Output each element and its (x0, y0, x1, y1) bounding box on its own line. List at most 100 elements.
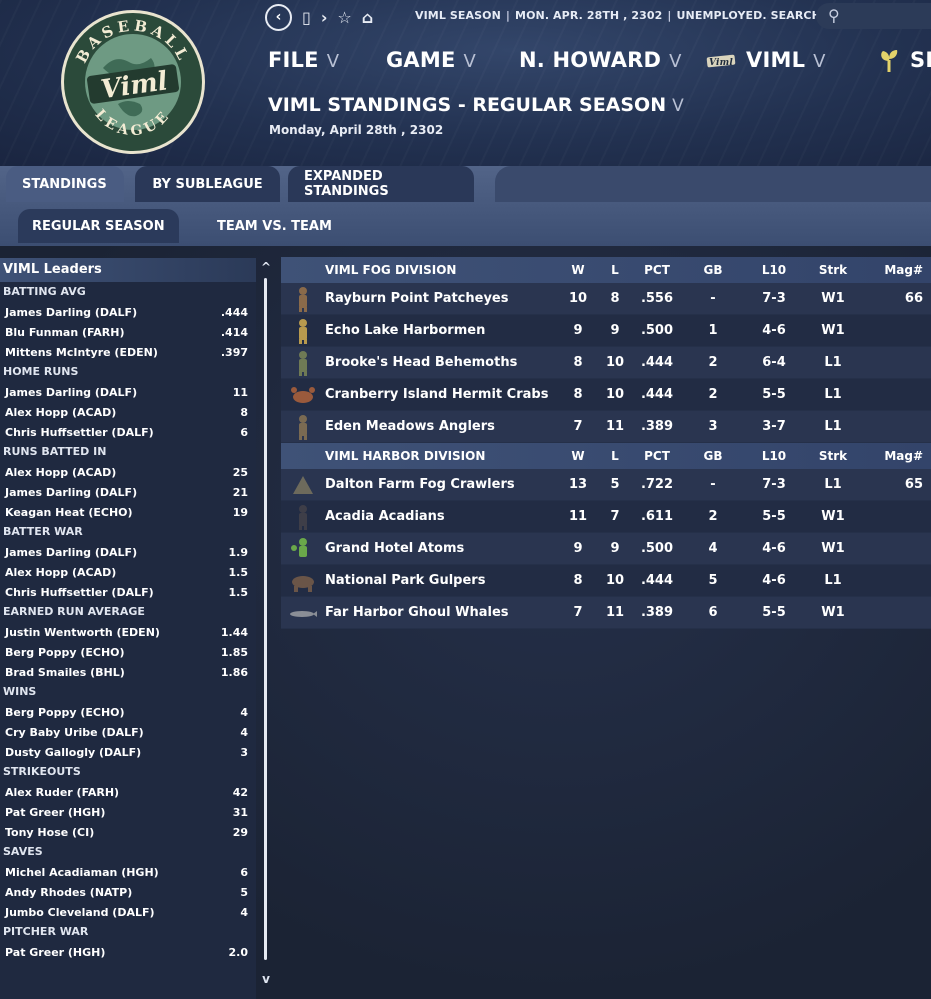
leader-player[interactable]: Chris Huffsettler (DALF) (5, 586, 154, 599)
team-logo[interactable] (281, 350, 325, 376)
leader-row[interactable]: Pat Greer (HGH) 2.0 (0, 942, 256, 962)
menu-file[interactable]: FILE V (268, 48, 339, 72)
team-logo[interactable] (281, 568, 325, 594)
leader-player[interactable]: Berg Poppy (ECHO) (5, 646, 125, 659)
subtab-regular-season[interactable]: REGULAR SEASON (18, 209, 179, 243)
leader-row[interactable]: Brad Smailes (BHL) 1.86 (0, 662, 256, 682)
team-name[interactable]: Far Harbor Ghoul Whales (325, 605, 553, 620)
leader-player[interactable]: Dusty Gallogly (DALF) (5, 746, 141, 759)
leader-player[interactable]: Jumbo Cleveland (DALF) (5, 906, 155, 919)
team-name[interactable]: Brooke's Head Behemoths (325, 355, 553, 370)
leader-row[interactable]: Cry Baby Uribe (DALF) 4 (0, 722, 256, 742)
viml-league-logo[interactable]: BASEBALL LEAGUE Viml (58, 8, 208, 156)
leader-player[interactable]: James Darling (DALF) (5, 386, 137, 399)
home-icon[interactable]: ⌂ (362, 8, 373, 27)
team-logo[interactable] (281, 600, 325, 626)
team-logo[interactable] (281, 536, 325, 562)
column-header-mag[interactable]: Mag# (857, 449, 931, 463)
team-logo[interactable] (281, 414, 325, 440)
column-header-l10[interactable]: L10 (739, 449, 809, 463)
menu-game[interactable]: GAME V (386, 48, 476, 72)
team-logo[interactable] (281, 286, 325, 312)
team-name[interactable]: Rayburn Point Patcheyes (325, 291, 553, 306)
team-name[interactable]: Dalton Farm Fog Crawlers (325, 477, 553, 492)
leader-player[interactable]: Pat Greer (HGH) (5, 946, 105, 959)
leader-player[interactable]: Alex Hopp (ACAD) (5, 406, 116, 419)
team-row[interactable]: Grand Hotel Atoms 9 9 .500 4 4-6 W1 (281, 533, 931, 565)
team-logo[interactable] (281, 504, 325, 530)
leader-row[interactable]: Berg Poppy (ECHO) 4 (0, 702, 256, 722)
team-row[interactable]: Cranberry Island Hermit Crabs 8 10 .444 2 5-5… (281, 379, 931, 411)
column-header-gb[interactable]: GB (687, 449, 739, 463)
leader-row[interactable]: Tony Hose (CI) 29 (0, 822, 256, 842)
leader-row[interactable]: Michel Acadiaman (HGH) 6 (0, 862, 256, 882)
leader-row[interactable]: Justin Wentworth (EDEN) 1.44 (0, 622, 256, 642)
leader-row[interactable]: James Darling (DALF) 1.9 (0, 542, 256, 562)
leader-row[interactable]: Chris Huffsettler (DALF) 1.5 (0, 582, 256, 602)
column-header-pct[interactable]: PCT (627, 263, 687, 277)
leader-player[interactable]: Tony Hose (CI) (5, 826, 94, 839)
team-row[interactable]: Acadia Acadians 11 7 .611 2 5-5 W1 (281, 501, 931, 533)
leader-player[interactable]: Michel Acadiaman (HGH) (5, 866, 159, 879)
leader-player[interactable]: James Darling (DALF) (5, 306, 137, 319)
leader-player[interactable]: Brad Smailes (BHL) (5, 666, 125, 679)
leader-player[interactable]: James Darling (DALF) (5, 486, 137, 499)
tab-by-subleague[interactable]: BY SUBLEAGUE (135, 166, 280, 202)
leader-row[interactable]: Mittens McIntyre (EDEN) .397 (0, 342, 256, 362)
leader-row[interactable]: Jumbo Cleveland (DALF) 4 (0, 902, 256, 922)
leader-player[interactable]: Cry Baby Uribe (DALF) (5, 726, 144, 739)
column-header-strk[interactable]: Strk (809, 263, 857, 277)
leader-row[interactable]: Keagan Heat (ECHO) 19 (0, 502, 256, 522)
team-row[interactable]: Brooke's Head Behemoths 8 10 .444 2 6-4 L1 (281, 347, 931, 379)
leader-player[interactable]: Blu Funman (FARH) (5, 326, 125, 339)
leader-row[interactable]: James Darling (DALF) 11 (0, 382, 256, 402)
menu-more[interactable]: SI (878, 48, 931, 73)
leader-row[interactable]: James Darling (DALF) .444 (0, 302, 256, 322)
column-header-gb[interactable]: GB (687, 263, 739, 277)
leader-player[interactable]: James Darling (DALF) (5, 546, 137, 559)
leader-row[interactable]: Andy Rhodes (NATP) 5 (0, 882, 256, 902)
column-header-l10[interactable]: L10 (739, 263, 809, 277)
team-row[interactable]: Dalton Farm Fog Crawlers 13 5 .722 - 7-3 L1 65 (281, 469, 931, 501)
scroll-track[interactable] (264, 278, 267, 960)
leader-player[interactable]: Keagan Heat (ECHO) (5, 506, 133, 519)
team-name[interactable]: Acadia Acadians (325, 509, 553, 524)
menu-manager[interactable]: N. HOWARD V (519, 48, 682, 72)
page-icon[interactable]: ▯ (302, 8, 311, 27)
leader-row[interactable]: Chris Huffsettler (DALF) 6 (0, 422, 256, 442)
leader-player[interactable]: Alex Hopp (ACAD) (5, 466, 116, 479)
team-row[interactable]: Rayburn Point Patcheyes 10 8 .556 - 7-3 W1 66 (281, 283, 931, 315)
back-button[interactable]: ‹ (265, 3, 292, 31)
search-button[interactable]: ⚲ (816, 3, 931, 29)
season-label[interactable]: VIML SEASON (415, 9, 501, 22)
leader-player[interactable]: Andy Rhodes (NATP) (5, 886, 132, 899)
page-title[interactable]: VIML STANDINGS - REGULAR SEASON V (268, 94, 684, 116)
team-row[interactable]: National Park Gulpers 8 10 .444 5 4-6 L1 (281, 565, 931, 597)
team-logo[interactable] (281, 472, 325, 498)
team-name[interactable]: Cranberry Island Hermit Crabs (325, 387, 553, 402)
team-row[interactable]: Far Harbor Ghoul Whales 7 11 .389 6 5-5 W1 (281, 597, 931, 629)
leader-row[interactable]: Blu Funman (FARH) .414 (0, 322, 256, 342)
team-name[interactable]: National Park Gulpers (325, 573, 553, 588)
leader-row[interactable]: Alex Hopp (ACAD) 1.5 (0, 562, 256, 582)
forward-button[interactable]: › (321, 8, 328, 27)
leader-player[interactable]: Alex Hopp (ACAD) (5, 566, 116, 579)
leader-row[interactable]: Pat Greer (HGH) 31 (0, 802, 256, 822)
column-header-strk[interactable]: Strk (809, 449, 857, 463)
team-name[interactable]: Grand Hotel Atoms (325, 541, 553, 556)
column-header-l[interactable]: L (603, 263, 627, 277)
scroll-up-icon[interactable]: ^ (258, 260, 274, 274)
menu-viml[interactable]: Viml VIML V (706, 48, 826, 72)
subtab-team-vs-team[interactable]: TEAM VS. TEAM (203, 209, 346, 243)
column-header-w[interactable]: W (553, 263, 603, 277)
leader-player[interactable]: Mittens McIntyre (EDEN) (5, 346, 158, 359)
leader-row[interactable]: Alex Hopp (ACAD) 25 (0, 462, 256, 482)
team-name[interactable]: Eden Meadows Anglers (325, 419, 553, 434)
column-header-pct[interactable]: PCT (627, 449, 687, 463)
tab-expanded-standings[interactable]: EXPANDED STANDINGS (288, 166, 474, 202)
leader-row[interactable]: Alex Hopp (ACAD) 8 (0, 402, 256, 422)
leader-row[interactable]: Alex Ruder (FARH) 42 (0, 782, 256, 802)
team-row[interactable]: Eden Meadows Anglers 7 11 .389 3 3-7 L1 (281, 411, 931, 443)
team-name[interactable]: Echo Lake Harbormen (325, 323, 553, 338)
leader-player[interactable]: Justin Wentworth (EDEN) (5, 626, 160, 639)
